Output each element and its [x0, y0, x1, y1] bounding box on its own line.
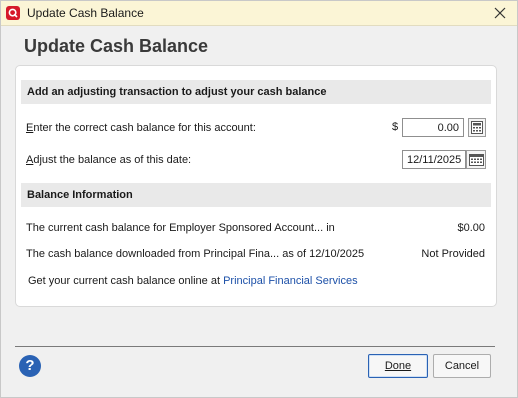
cash-balance-input[interactable] — [402, 118, 464, 137]
principal-financial-link[interactable]: Principal Financial Services — [223, 275, 358, 287]
date-label-text: djust the balance as of this date: — [33, 154, 192, 166]
date-field-label: Adjust the balance as of this date: — [26, 154, 191, 166]
downloaded-balance-value: Not Provided — [421, 248, 485, 260]
adjust-date-input[interactable] — [402, 150, 466, 169]
done-button-label: Done — [384, 360, 412, 372]
close-icon[interactable] — [491, 4, 509, 22]
currency-symbol: $ — [392, 121, 399, 133]
cancel-button[interactable]: Cancel — [433, 354, 491, 378]
done-button[interactable]: Done — [368, 354, 428, 378]
calendar-icon[interactable] — [466, 150, 486, 169]
help-icon[interactable]: ? — [19, 355, 41, 377]
current-balance-label: The current cash balance for Employer Sp… — [26, 222, 335, 234]
balance-label-text: nter the correct cash balance for this a… — [33, 122, 256, 134]
balance-field-label: Enter the correct cash balance for this … — [26, 122, 256, 134]
dialog-window: Update Cash Balance Update Cash Balance … — [0, 0, 518, 398]
downloaded-balance-label: The cash balance downloaded from Princip… — [26, 248, 365, 260]
page-title: Update Cash Balance — [24, 36, 209, 56]
title-bar: Update Cash Balance — [1, 1, 517, 26]
window-title: Update Cash Balance — [27, 6, 144, 20]
online-balance-text: Get your current cash balance online at — [28, 275, 221, 287]
current-balance-value: $0.00 — [457, 222, 485, 234]
online-balance-line: Get your current cash balance online at … — [28, 275, 358, 287]
quicken-logo-icon — [6, 6, 20, 20]
footer-divider — [15, 346, 495, 347]
content-panel: Add an adjusting transaction to adjust y… — [15, 65, 497, 307]
adjust-section-header: Add an adjusting transaction to adjust y… — [21, 80, 491, 104]
calculator-icon[interactable] — [468, 118, 486, 137]
balance-info-section-header: Balance Information — [21, 183, 491, 207]
